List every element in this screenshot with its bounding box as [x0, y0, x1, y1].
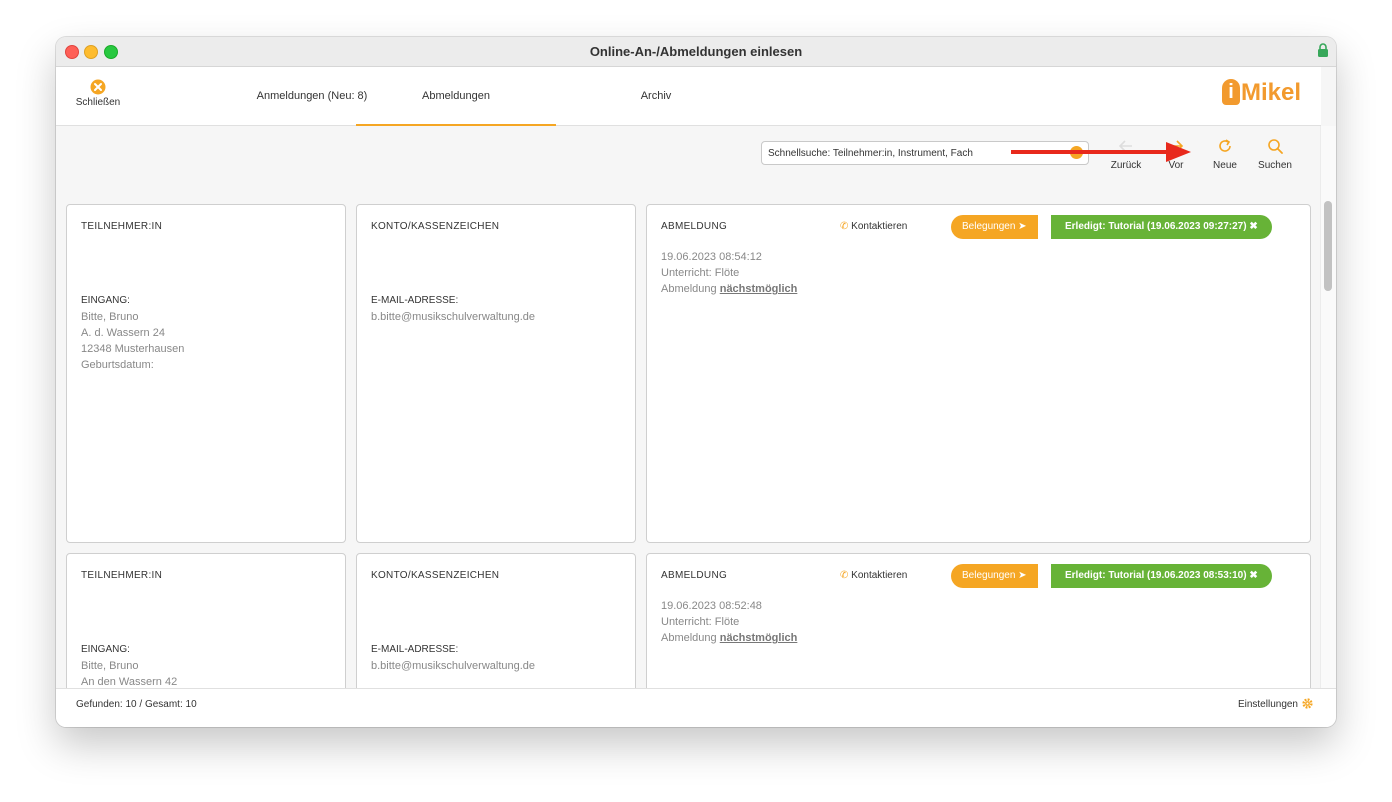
email-label: E-MAIL-ADRESSE:	[371, 295, 459, 306]
done-button[interactable]: Erledigt: Tutorial (19.06.2023 09:27:27)…	[1051, 215, 1272, 239]
lesson: Unterricht: Flöte	[661, 616, 740, 628]
email-block: E-MAIL-ADRESSE: b.bitte@musikschulverwal…	[371, 642, 535, 674]
main-toolbar: Schließen Anmeldungen (Neu: 8) Abmeldung…	[56, 67, 1321, 126]
entry-line: Geburtsdatum:	[81, 359, 154, 371]
cancellation-header: ABMELDUNG	[661, 221, 728, 232]
done-button[interactable]: Erledigt: Tutorial (19.06.2023 08:53:10)…	[1051, 564, 1272, 588]
participant-header: TEILNEHMER:IN	[81, 570, 163, 581]
bookings-button[interactable]: Belegungen ➤	[951, 215, 1038, 239]
bookings-label: Belegungen	[962, 570, 1016, 581]
contact-label: Kontaktieren	[851, 221, 908, 232]
gear-icon[interactable]	[1301, 697, 1314, 710]
cancel-type: Abmeldung nächstmöglich	[661, 281, 797, 297]
account-header: KONTO/KASSENZEICHEN	[371, 570, 500, 581]
scrollbar-thumb[interactable]	[1324, 201, 1332, 291]
imikel-logo: i Mikel	[1221, 79, 1301, 107]
phone-icon: ✆	[840, 221, 849, 232]
lesson: Unterricht: Flöte	[661, 267, 740, 279]
cancellation-details: 19.06.2023 08:54:12 Unterricht: Flöte Ab…	[661, 249, 797, 297]
entry-line: Bitte, Bruno	[81, 311, 139, 323]
search-label: Suchen	[1258, 160, 1292, 171]
cancellation-details: 19.06.2023 08:52:48 Unterricht: Flöte Ab…	[661, 598, 797, 646]
email-value: b.bitte@musikschulverwaltung.de	[371, 660, 536, 672]
email-block: E-MAIL-ADRESSE: b.bitte@musikschulverwal…	[371, 293, 535, 325]
participant-card: TEILNEHMER:IN EINGANG: Bitte, Bruno A. d…	[66, 204, 346, 543]
new-button[interactable]: Neue	[1205, 138, 1245, 171]
settings-button[interactable]: Einstellungen	[1238, 699, 1298, 710]
close-x-icon: ✖	[1249, 570, 1258, 581]
contact-label: Kontaktieren	[851, 570, 908, 581]
contact-button[interactable]: ✆ Kontaktieren	[840, 564, 907, 588]
search-button[interactable]: Suchen	[1255, 138, 1295, 171]
cancel-date: 19.06.2023 08:54:12	[661, 251, 762, 263]
cancellation-card: ABMELDUNG ✆ Kontaktieren Belegungen ➤ Er…	[646, 553, 1311, 688]
tab-cancellations[interactable]: Abmeldungen	[356, 67, 556, 126]
records-list: TEILNEHMER:IN EINGANG: Bitte, Bruno A. d…	[56, 186, 1321, 688]
close-x-icon: ✖	[1249, 221, 1258, 232]
cancel-when-link[interactable]: nächstmöglich	[720, 283, 798, 295]
contact-button[interactable]: ✆ Kontaktieren	[840, 215, 907, 239]
refresh-icon	[1219, 139, 1231, 152]
annotation-arrow	[1011, 142, 1191, 162]
bookings-button[interactable]: Belegungen ➤	[951, 564, 1038, 588]
arrow-circle-right-icon: ➤	[1018, 570, 1027, 581]
record-count: Gefunden: 10 / Gesamt: 10	[76, 699, 197, 710]
entry-line: Bitte, Bruno	[81, 660, 139, 672]
app-window: Online-An-/Abmeldungen einlesen Schließe…	[56, 37, 1336, 727]
cancel-when-link[interactable]: nächstmöglich	[720, 632, 798, 644]
participant-header: TEILNEHMER:IN	[81, 221, 163, 232]
cancel-prefix: Abmeldung	[661, 283, 717, 295]
entry-line: An den Wassern 42	[81, 676, 178, 688]
done-label: Erledigt: Tutorial (19.06.2023 09:27:27)	[1065, 221, 1247, 232]
lock-icon	[1318, 43, 1328, 57]
cancel-date: 19.06.2023 08:52:48	[661, 600, 762, 612]
phone-icon: ✆	[840, 570, 849, 581]
cancellation-card: ABMELDUNG ✆ Kontaktieren Belegungen ➤ Er…	[646, 204, 1311, 543]
entry-label: EINGANG:	[81, 295, 130, 306]
entry-block: EINGANG: Bitte, Bruno A. d. Wassern 24 1…	[81, 293, 184, 373]
vertical-scrollbar[interactable]	[1320, 126, 1336, 689]
email-label: E-MAIL-ADRESSE:	[371, 644, 459, 655]
window-title: Online-An-/Abmeldungen einlesen	[589, 44, 803, 59]
bookings-label: Belegungen	[962, 221, 1016, 232]
cancel-type: Abmeldung nächstmöglich	[661, 630, 797, 646]
entry-line: 12348 Musterhausen	[81, 343, 185, 355]
close-circle-icon	[90, 79, 106, 95]
account-card: KONTO/KASSENZEICHEN E-MAIL-ADRESSE: b.bi…	[356, 553, 636, 688]
entry-block: EINGANG: Bitte, Bruno An den Wassern 42	[81, 642, 177, 688]
done-label: Erledigt: Tutorial (19.06.2023 08:53:10)	[1065, 570, 1247, 581]
cancel-prefix: Abmeldung	[661, 632, 717, 644]
email-value: b.bitte@musikschulverwaltung.de	[371, 311, 536, 323]
status-bar: Gefunden: 10 / Gesamt: 10 Einstellungen	[56, 688, 1336, 727]
account-header: KONTO/KASSENZEICHEN	[371, 221, 500, 232]
title-bar: Online-An-/Abmeldungen einlesen	[56, 37, 1336, 67]
search-icon	[1268, 139, 1283, 154]
entry-label: EINGANG:	[81, 644, 130, 655]
tab-archive[interactable]: Archiv	[556, 67, 756, 125]
close-label: Schließen	[75, 97, 121, 108]
arrow-circle-right-icon: ➤	[1018, 221, 1027, 232]
participant-card: TEILNEHMER:IN EINGANG: Bitte, Bruno An d…	[66, 553, 346, 688]
cancellation-header: ABMELDUNG	[661, 570, 728, 581]
account-card: KONTO/KASSENZEICHEN E-MAIL-ADRESSE: b.bi…	[356, 204, 636, 543]
entry-line: A. d. Wassern 24	[81, 327, 165, 339]
new-label: Neue	[1213, 160, 1237, 171]
close-button[interactable]: Schließen	[68, 79, 128, 108]
